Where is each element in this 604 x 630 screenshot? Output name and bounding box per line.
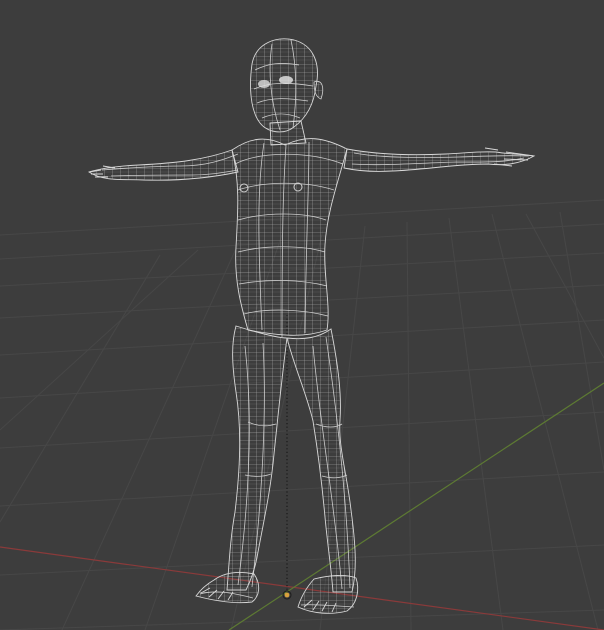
humanoid-wireframe-mesh[interactable] [87,38,536,614]
left-leg-mesh [226,325,288,591]
left-foot-mesh [195,572,260,604]
3d-viewport[interactable] [0,0,604,630]
mesh-fill-grid [87,38,536,614]
right-foot-mesh [297,575,359,614]
origin-marker-icon[interactable] [284,592,290,598]
left-eye-mesh [258,80,270,88]
right-leg-mesh [286,328,356,593]
y-axis-line [228,382,604,630]
torso-mesh [231,138,348,336]
x-axis-line [0,546,604,630]
right-arm-mesh [343,148,536,172]
right-eye-mesh [279,76,293,84]
ear-mesh [313,80,324,100]
viewport-canvas[interactable] [0,0,604,630]
